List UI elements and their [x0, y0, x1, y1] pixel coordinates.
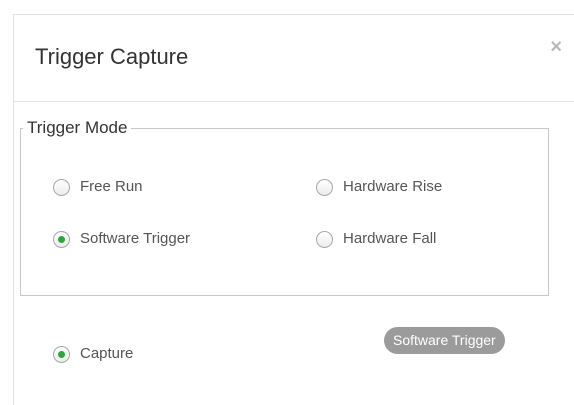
page: Trigger Capture × Trigger Mode Free Run … — [0, 0, 574, 405]
capture-toggle[interactable]: Capture — [53, 345, 133, 363]
radio-checked-icon[interactable] — [53, 345, 70, 363]
capture-label: Capture — [80, 345, 134, 362]
trigger-mode-legend: Trigger Mode — [27, 118, 128, 137]
radio-hardware-rise[interactable]: Hardware Rise — [316, 178, 442, 196]
dialog-title: Trigger Capture — [35, 44, 189, 69]
trigger-mode-group: Trigger Mode — [20, 118, 549, 296]
radio-hardware-fall[interactable]: Hardware Fall — [316, 230, 436, 248]
radio-circle-icon[interactable] — [316, 178, 333, 196]
radio-label: Hardware Rise — [343, 178, 443, 195]
radio-label: Software Trigger — [80, 230, 191, 247]
radio-label: Hardware Fall — [343, 230, 437, 247]
radio-software-trigger[interactable]: Software Trigger — [53, 230, 190, 248]
radio-checked-icon[interactable] — [53, 230, 70, 248]
radio-circle-icon[interactable] — [53, 178, 70, 196]
radio-label: Free Run — [80, 178, 143, 195]
radio-circle-icon[interactable] — [316, 230, 333, 248]
radio-free-run[interactable]: Free Run — [53, 178, 143, 196]
software-trigger-button[interactable]: Software Trigger — [384, 327, 505, 354]
close-icon[interactable]: × — [550, 37, 562, 57]
dialog-header: Trigger Capture × — [14, 15, 574, 102]
